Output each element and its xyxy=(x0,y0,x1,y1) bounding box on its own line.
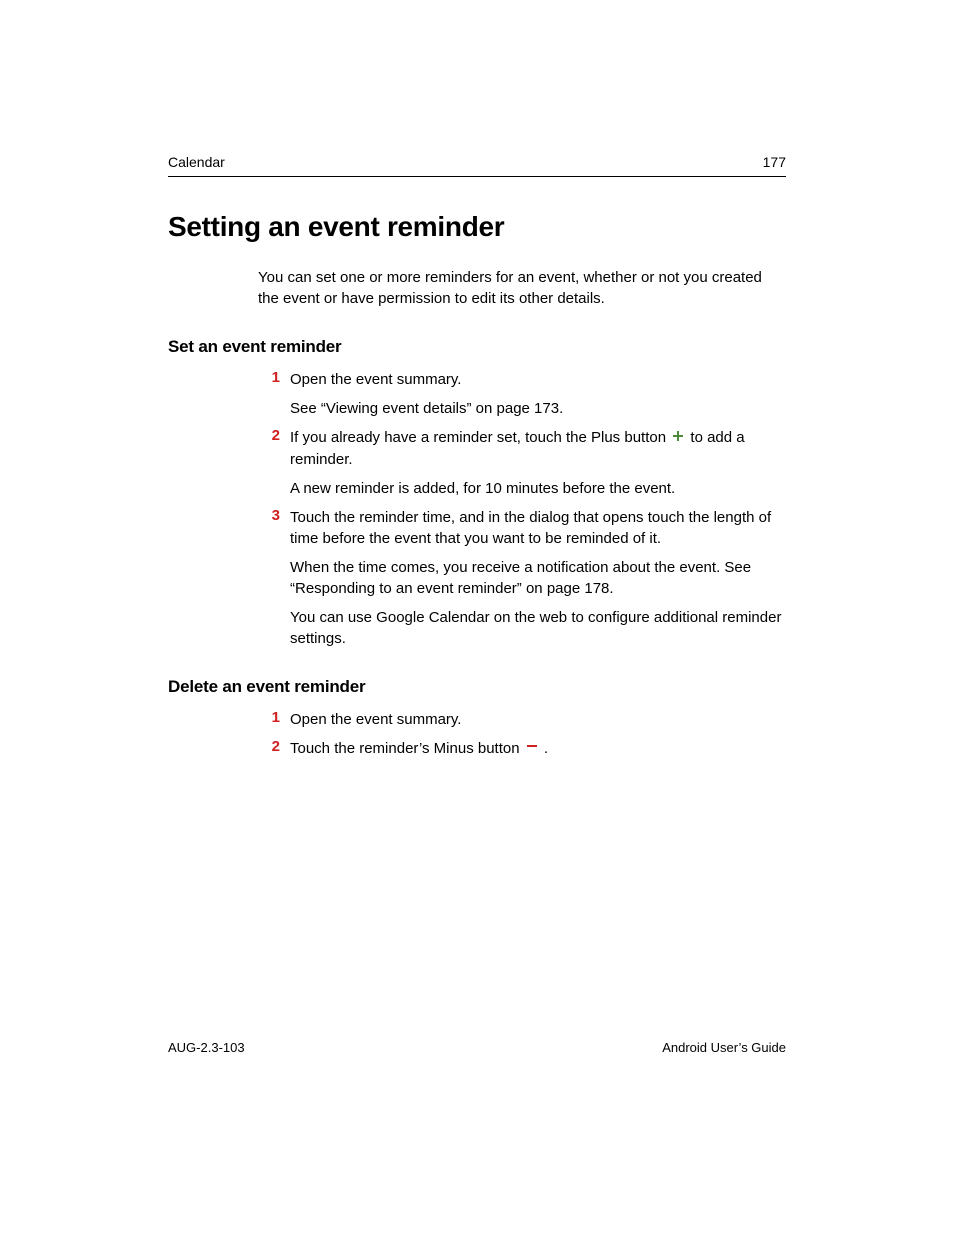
step-list: 1 Open the event summary. 2 Touch the re… xyxy=(258,709,786,760)
footer-left: AUG-2.3-103 xyxy=(168,1040,245,1055)
step-text: If you already have a reminder set, touc… xyxy=(290,427,786,470)
intro-paragraph: You can set one or more reminders for an… xyxy=(258,267,786,309)
step-item: 2 If you already have a reminder set, to… xyxy=(258,427,786,499)
step-body: Open the event summary. xyxy=(290,709,786,730)
step-item: 2 Touch the reminder’s Minus button . xyxy=(258,738,786,760)
step-body: Touch the reminder’s Minus button . xyxy=(290,738,786,760)
section-set-reminder: Set an event reminder 1 Open the event s… xyxy=(168,337,786,649)
step-number: 1 xyxy=(258,369,280,419)
step-list: 1 Open the event summary. See “Viewing e… xyxy=(258,369,786,649)
step-text: Open the event summary. xyxy=(290,709,786,730)
footer-right: Android User’s Guide xyxy=(662,1040,786,1055)
step-text: See “Viewing event details” on page 173. xyxy=(290,398,786,419)
step-body: Touch the reminder time, and in the dial… xyxy=(290,507,786,649)
page-title: Setting an event reminder xyxy=(168,211,786,243)
step-item: 1 Open the event summary. See “Viewing e… xyxy=(258,369,786,419)
step-text: Touch the reminder time, and in the dial… xyxy=(290,507,786,549)
step-text-post: . xyxy=(540,740,548,757)
step-text-pre: If you already have a reminder set, touc… xyxy=(290,429,666,446)
page-footer: AUG-2.3-103 Android User’s Guide xyxy=(168,1040,786,1055)
step-number: 2 xyxy=(258,427,280,499)
step-text: Touch the reminder’s Minus button . xyxy=(290,738,786,760)
header-section-label: Calendar xyxy=(168,154,225,170)
step-number: 3 xyxy=(258,507,280,649)
section-heading: Delete an event reminder xyxy=(168,677,786,697)
step-number: 2 xyxy=(258,738,280,760)
section-delete-reminder: Delete an event reminder 1 Open the even… xyxy=(168,677,786,760)
step-number: 1 xyxy=(258,709,280,730)
plus-icon xyxy=(672,427,684,448)
page-number: 177 xyxy=(763,154,786,170)
step-item: 1 Open the event summary. xyxy=(258,709,786,730)
document-page: Calendar 177 Setting an event reminder Y… xyxy=(0,0,954,759)
step-text: When the time comes, you receive a notif… xyxy=(290,557,786,599)
step-text-pre: Touch the reminder’s Minus button xyxy=(290,740,520,757)
step-text: Open the event summary. xyxy=(290,369,786,390)
minus-icon xyxy=(526,737,538,758)
step-text: You can use Google Calendar on the web t… xyxy=(290,607,786,649)
section-heading: Set an event reminder xyxy=(168,337,786,357)
step-text: A new reminder is added, for 10 minutes … xyxy=(290,478,786,499)
step-body: Open the event summary. See “Viewing eve… xyxy=(290,369,786,419)
running-header: Calendar 177 xyxy=(168,154,786,177)
step-body: If you already have a reminder set, touc… xyxy=(290,427,786,499)
step-item: 3 Touch the reminder time, and in the di… xyxy=(258,507,786,649)
